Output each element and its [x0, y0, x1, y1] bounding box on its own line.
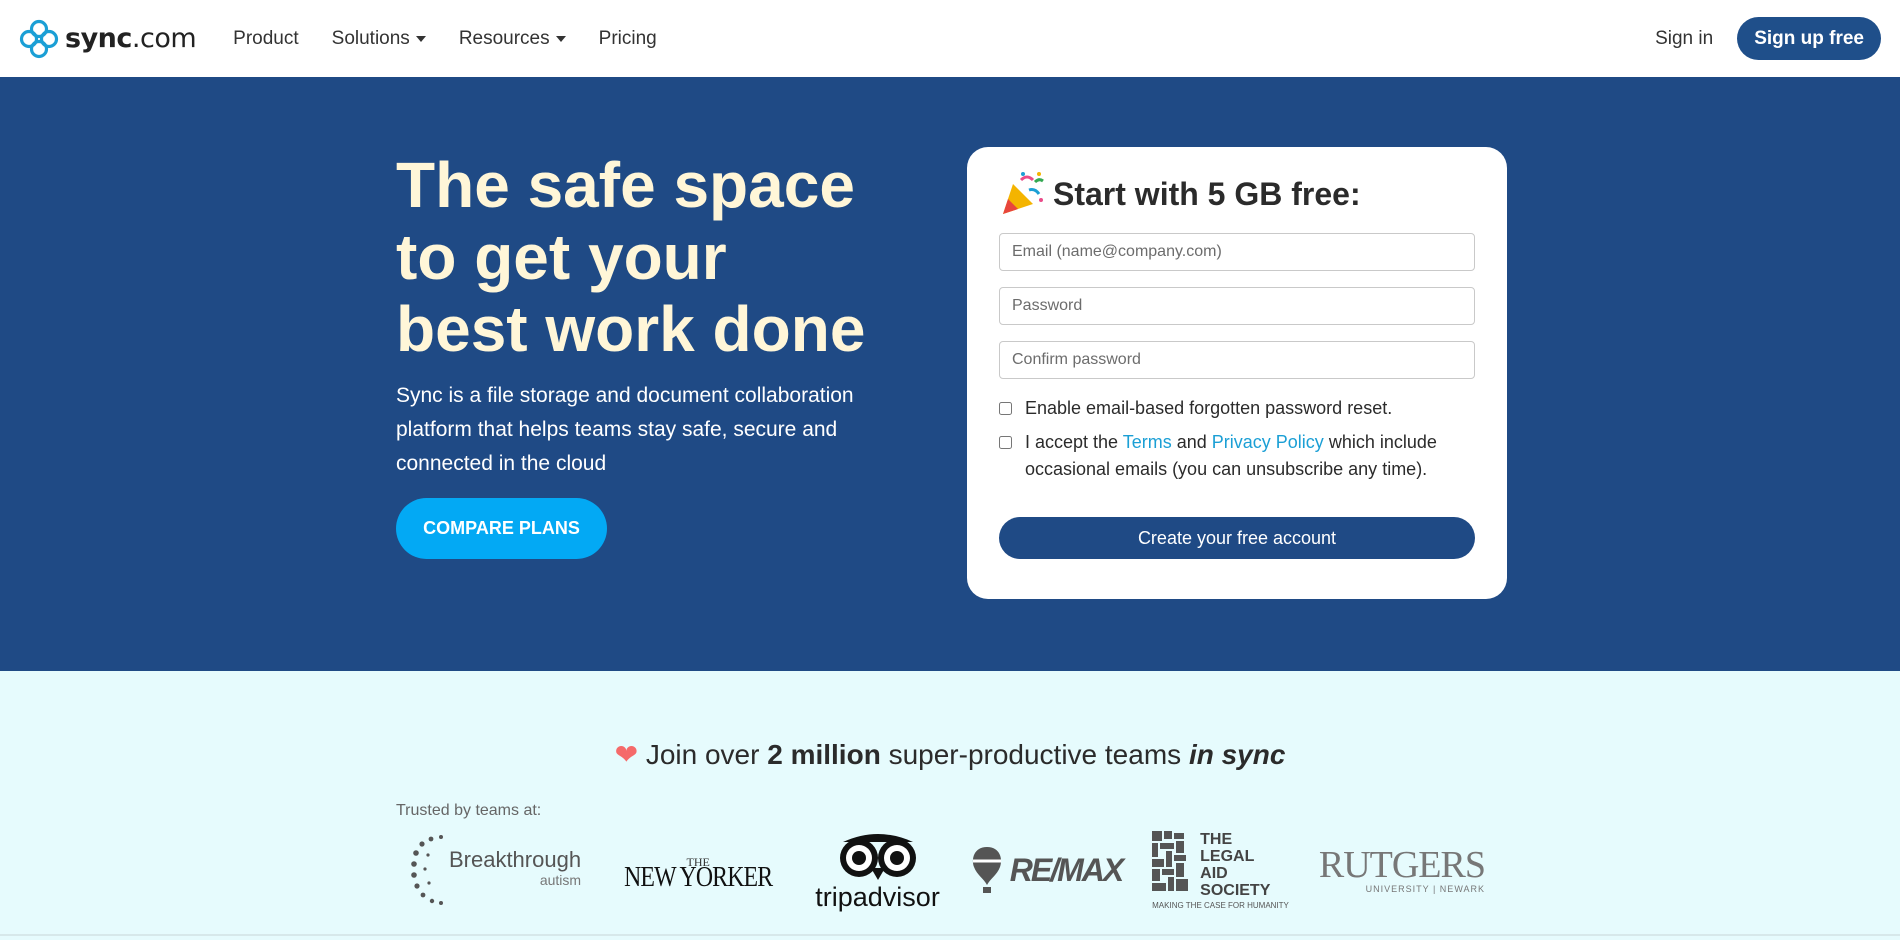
rutgers-sub: UNIVERSITY | NEWARK [1365, 884, 1485, 894]
top-navbar: sync.com Product Solutions Resources Pri… [0, 0, 1900, 77]
accept-terms-checkbox[interactable] [999, 436, 1012, 449]
nav-pricing[interactable]: Pricing [599, 28, 657, 50]
legal-aid-grid-icon [1152, 830, 1189, 891]
tripadvisor-name: tripadvisor [815, 881, 940, 912]
customer-logos: Breakthrough autism THE NEW YORKER tripa… [396, 820, 1500, 920]
tripadvisor-owl-icon [839, 833, 916, 880]
section-divider [0, 934, 1900, 936]
legal-aid-line3: AID [1200, 864, 1228, 882]
nav-menu: Product Solutions Resources Pricing [233, 28, 657, 50]
chevron-down-icon [555, 35, 566, 42]
privacy-policy-link[interactable]: Privacy Policy [1212, 432, 1324, 452]
party-popper-icon [1003, 172, 1044, 214]
nav-resources[interactable]: Resources [459, 28, 566, 50]
password-reset-checkbox[interactable] [999, 402, 1012, 415]
legal-aid-tagline: MAKING THE CASE FOR HUMANITY [1152, 900, 1289, 910]
accept-terms-option: I accept the Terms and Privacy Policy wh… [999, 429, 1475, 483]
tripadvisor-logo: tripadvisor [815, 828, 940, 913]
sign-in-link[interactable]: Sign in [1655, 28, 1713, 50]
create-account-button[interactable]: Create your free account [999, 517, 1475, 559]
breakthrough-sub: autism [539, 872, 582, 888]
password-reset-option: Enable email-based forgotten password re… [999, 395, 1475, 422]
sync-logo[interactable]: sync.com [19, 19, 197, 59]
signup-card: Start with 5 GB free: Enable email-based… [967, 147, 1507, 599]
legal-aid-society-logo: THE LEGAL AID SOCIETY MAKING THE CASE FO… [1152, 830, 1289, 910]
legal-aid-line2: LEGAL [1200, 847, 1255, 865]
signup-card-header: Start with 5 GB free: [999, 169, 1475, 219]
heart-icon: ❤ [614, 739, 639, 770]
password-field[interactable] [999, 287, 1475, 325]
remax-balloon-icon [972, 847, 1001, 893]
confirm-password-field[interactable] [999, 341, 1475, 379]
rutgers-name: RUTGERS [1318, 844, 1486, 886]
terms-link[interactable]: Terms [1123, 432, 1172, 452]
remax-name: RE/MAX [1009, 851, 1124, 888]
sync-logo-icon [19, 19, 59, 58]
hero-title: The safe space to get your best work don… [396, 149, 866, 365]
hero-section: The safe space to get your best work don… [0, 77, 1900, 671]
new-yorker-name: NEW YORKER [624, 862, 773, 893]
hero-subtitle: Sync is a file storage and document coll… [396, 384, 854, 475]
email-field[interactable] [999, 233, 1475, 271]
sign-up-button[interactable]: Sign up free [1737, 17, 1881, 60]
breakthrough-dots-icon [411, 835, 443, 905]
accept-terms-label: I accept the Terms and Privacy Policy wh… [1025, 432, 1437, 479]
rutgers-newark-logo: RUTGERS UNIVERSITY | NEWARK [1318, 844, 1486, 894]
trusted-by-label: Trusted by teams at: [396, 802, 542, 819]
compare-plans-button[interactable]: COMPARE PLANS [396, 498, 607, 559]
signup-card-title: Start with 5 GB free: [1053, 175, 1361, 212]
logo-wordmark: sync.com [65, 23, 197, 54]
join-headline: ❤ Join over 2 million super-productive t… [614, 739, 1286, 770]
new-yorker-logo: THE NEW YORKER [611, 854, 785, 893]
remax-logo: RE/MAX [970, 845, 1124, 895]
nav-solutions[interactable]: Solutions [332, 28, 426, 50]
nav-product[interactable]: Product [233, 28, 298, 50]
chevron-down-icon [415, 35, 426, 42]
breakthrough-autism-logo: Breakthrough autism [411, 833, 581, 907]
breakthrough-name: Breakthrough [448, 847, 582, 872]
password-reset-label: Enable email-based forgotten password re… [1025, 398, 1393, 418]
legal-aid-line4: SOCIETY [1200, 881, 1271, 899]
legal-aid-line1: THE [1200, 830, 1233, 848]
nav-actions: Sign in Sign up free [1655, 17, 1881, 60]
